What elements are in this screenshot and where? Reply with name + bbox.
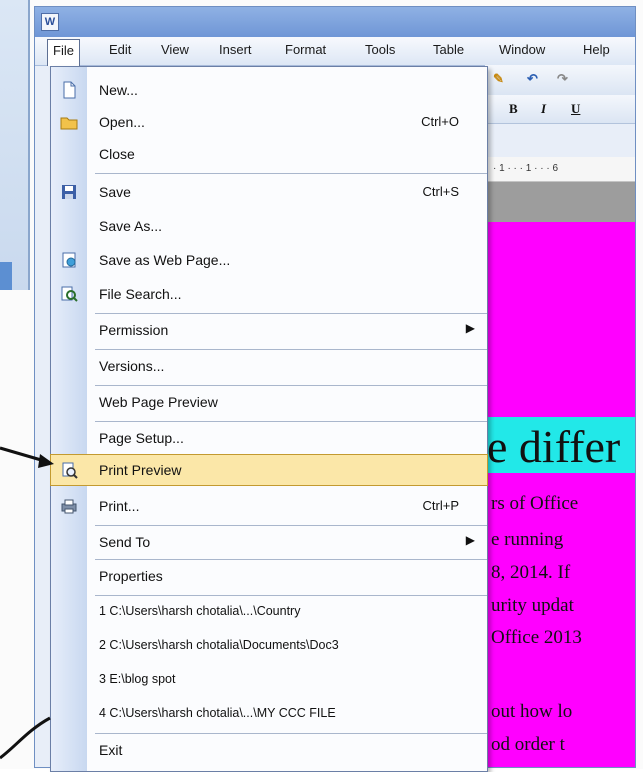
menu-item-label: File Search... — [99, 286, 182, 302]
menu-item-save[interactable]: Save Ctrl+S — [51, 177, 487, 207]
menu-item-save-as-web-page[interactable]: Save as Web Page... — [51, 245, 487, 275]
document-line: od order t — [491, 734, 565, 755]
menu-separator — [95, 349, 487, 350]
ruler: · 1 · · · 1 · · · 6 — [485, 157, 635, 182]
menu-item-label: Page Setup... — [99, 430, 184, 446]
menu-separator — [95, 525, 487, 526]
print-preview-icon — [62, 462, 78, 479]
menu-item-label: Close — [99, 146, 135, 162]
menu-view[interactable]: View — [161, 42, 189, 57]
menu-edit[interactable]: Edit — [109, 42, 131, 57]
menu-help[interactable]: Help — [583, 42, 610, 57]
menu-item-shortcut: Ctrl+P — [422, 498, 459, 513]
bold-button[interactable]: B — [509, 101, 518, 117]
file-menu-dropdown: New... Open... Ctrl+O Close Save Ctrl+S … — [50, 66, 488, 772]
menu-item-label: 2 C:\Users\harsh chotalia\Documents\Doc3 — [99, 638, 339, 652]
page-margin-area — [485, 182, 635, 222]
menu-item-recent-file[interactable]: 2 C:\Users\harsh chotalia\Documents\Doc3 — [51, 631, 487, 661]
menu-item-recent-file[interactable]: 4 C:\Users\harsh chotalia\...\MY CCC FIL… — [51, 699, 487, 729]
new-document-icon — [63, 81, 76, 99]
menu-item-print[interactable]: Print... Ctrl+P — [51, 491, 487, 521]
menu-item-label: Print... — [99, 498, 140, 514]
menu-bar: File Edit View Insert Format Tools Table… — [35, 37, 635, 66]
document-line: e running — [491, 529, 564, 550]
underline-button[interactable]: U — [571, 101, 580, 117]
menu-file[interactable]: File — [47, 39, 80, 66]
document-line: out how lo — [491, 701, 573, 722]
menu-table[interactable]: Table — [433, 42, 464, 57]
menu-item-label: Open... — [99, 114, 145, 130]
menu-item-label: Save As... — [99, 218, 163, 234]
annotation-line-icon — [0, 716, 51, 760]
background-window-edge — [0, 0, 30, 290]
menu-item-permission[interactable]: Permission ▶ — [51, 315, 487, 345]
menu-item-label: 4 C:\Users\harsh chotalia\...\MY CCC FIL… — [99, 706, 336, 720]
menu-item-save-as[interactable]: Save As... — [51, 211, 487, 241]
menu-item-close[interactable]: Close — [51, 139, 487, 169]
menu-insert[interactable]: Insert — [219, 42, 252, 57]
document-line: Office 2013 — [491, 627, 582, 648]
menu-item-new[interactable]: New... — [51, 75, 487, 105]
menu-separator — [95, 421, 487, 422]
menu-separator — [95, 385, 487, 386]
open-folder-icon — [60, 117, 78, 130]
menu-format[interactable]: Format — [285, 42, 326, 57]
annotation-arrow-icon — [0, 446, 54, 468]
menu-item-exit[interactable]: Exit — [51, 735, 487, 765]
document-line: 8, 2014. If — [491, 562, 571, 583]
menu-item-label: Permission — [99, 322, 169, 338]
menu-item-label: Web Page Preview — [99, 394, 218, 410]
submenu-arrow-icon: ▶ — [465, 533, 475, 547]
menu-item-open[interactable]: Open... Ctrl+O — [51, 107, 487, 137]
document-heading: e differ — [487, 421, 621, 472]
standard-toolbar: ✎ ↶ ↷ — [485, 65, 635, 96]
web-page-icon — [62, 252, 76, 268]
file-search-icon — [61, 286, 78, 302]
menu-separator — [95, 595, 487, 596]
menu-item-label: 3 E:\blog spot — [99, 672, 176, 686]
menu-item-recent-file[interactable]: 1 C:\Users\harsh chotalia\...\Country — [51, 597, 487, 627]
submenu-arrow-icon: ▶ — [465, 321, 475, 335]
menu-item-recent-file[interactable]: 3 E:\blog spot — [51, 665, 487, 695]
menu-item-label: Properties — [99, 568, 163, 584]
menu-item-label: Print Preview — [99, 462, 182, 478]
italic-button[interactable]: I — [541, 101, 546, 117]
title-bar: W — [35, 7, 635, 37]
save-disk-icon — [62, 185, 76, 199]
menu-item-label: New... — [99, 82, 138, 98]
menu-item-label: Exit — [99, 742, 123, 758]
document-line: rs of Office — [491, 493, 579, 514]
menu-item-label: 1 C:\Users\harsh chotalia\...\Country — [99, 604, 301, 618]
pencil-icon[interactable]: ✎ — [493, 71, 504, 87]
word-app-icon[interactable]: W — [41, 13, 59, 31]
menu-item-label: Save as Web Page... — [99, 252, 231, 268]
printer-icon — [61, 499, 77, 514]
menu-item-versions[interactable]: Versions... — [51, 351, 487, 381]
undo-icon[interactable]: ↶ — [527, 71, 538, 87]
redo-icon[interactable]: ↷ — [557, 71, 568, 87]
screenshot-photo: W File Edit View Insert Format Tools Tab… — [0, 0, 643, 772]
menu-item-shortcut: Ctrl+S — [422, 184, 459, 199]
menu-item-label: Versions... — [99, 358, 165, 374]
menu-item-shortcut: Ctrl+O — [421, 114, 459, 129]
menu-item-properties[interactable]: Properties — [51, 561, 487, 591]
menu-separator — [95, 733, 487, 734]
menu-item-page-setup[interactable]: Page Setup... — [51, 423, 487, 453]
menu-item-print-preview[interactable]: Print Preview — [50, 454, 488, 486]
menu-separator — [95, 313, 487, 314]
background-window-taskbar-strip — [0, 262, 12, 290]
document-line: urity updat — [491, 595, 574, 616]
menu-window[interactable]: Window — [499, 42, 545, 57]
menu-item-web-page-preview[interactable]: Web Page Preview — [51, 387, 487, 417]
menu-item-file-search[interactable]: File Search... — [51, 279, 487, 309]
menu-item-label: Send To — [99, 534, 151, 550]
menu-item-send-to[interactable]: Send To ▶ — [51, 527, 487, 557]
menu-separator — [95, 559, 487, 560]
formatting-toolbar: B I U — [485, 95, 635, 124]
menu-tools[interactable]: Tools — [365, 42, 395, 57]
menu-separator — [95, 173, 487, 174]
menu-item-label: Save — [99, 184, 131, 200]
